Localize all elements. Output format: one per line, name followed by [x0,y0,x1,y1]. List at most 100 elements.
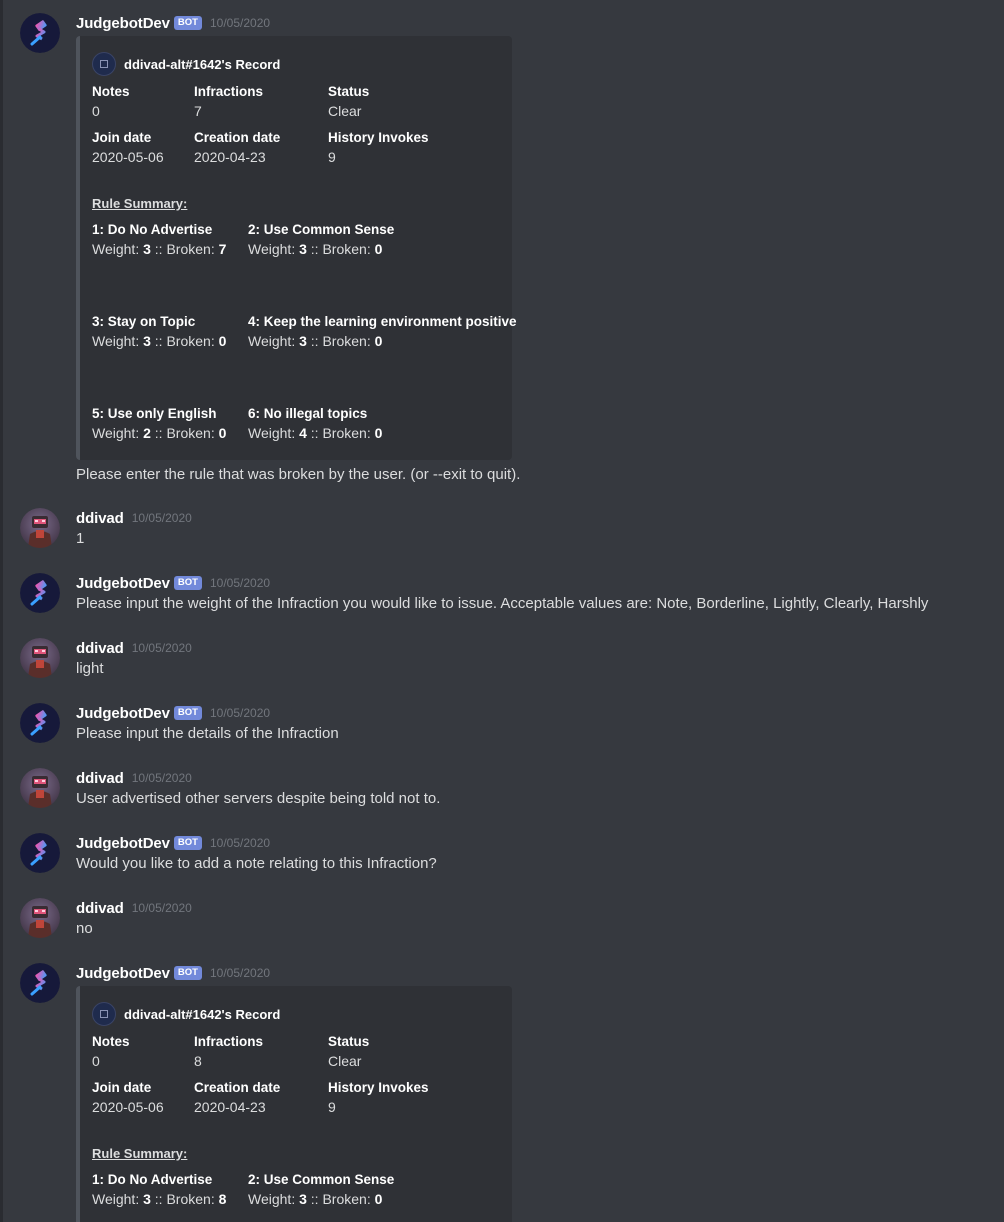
judgebot-gavel-icon [20,703,60,743]
bot-tag-badge: BOT [173,576,202,590]
field-notes-value: 0 [92,103,100,119]
field-creation-date: Creation date 2020-04-23 [194,129,280,167]
bot-avatar-icon[interactable] [20,833,60,873]
record-embed: ddivad-alt#1642's Record Notes 0 Infract… [76,986,512,1222]
message-text: 1 [76,530,85,547]
field-join-date: Join date 2020-05-06 [92,129,164,167]
field-join-date: Join date 2020-05-06 [92,1079,164,1117]
field-status-value: Clear [328,103,362,119]
field-join-label: Join date [92,130,152,145]
judgebot-gavel-icon [20,573,60,613]
embed-author-icon [92,1002,116,1026]
rule-title: 2: Use Common Sense [248,1172,395,1187]
rule-weight-broken: Weight: 4 :: Broken: 0 [248,425,383,441]
rule-title: 5: Use only English [92,406,217,421]
field-creation-value: 2020-04-23 [194,1099,266,1115]
field-infractions-value: 7 [194,103,202,119]
user-portrait-icon [20,638,60,678]
field-status: Status Clear [328,1033,369,1071]
message-text: light [76,660,104,677]
user-avatar-icon[interactable] [20,898,60,938]
field-infractions-label: Infractions [194,1034,264,1049]
field-creation-date: Creation date 2020-04-23 [194,1079,280,1117]
field-join-label: Join date [92,1080,152,1095]
bot-username[interactable]: JudgebotDev [76,965,170,982]
field-status-label: Status [328,84,370,99]
message-timestamp: 10/05/2020 [131,511,192,525]
rule-weight-broken: Weight: 2 :: Broken: 0 [92,425,227,441]
field-history-value: 9 [328,149,336,165]
judgebot-gavel-icon [20,963,60,1003]
message-timestamp: 10/05/2020 [209,576,271,590]
message-text: Please input the weight of the Infractio… [76,595,929,612]
judgebot-gavel-icon [20,833,60,873]
message-text: User advertised other servers despite be… [76,790,441,807]
field-status: Status Clear [328,83,369,121]
message-timestamp: 10/05/2020 [131,641,192,655]
rule-summary-heading: Rule Summary: [92,1146,188,1161]
field-infractions-label: Infractions [194,84,264,99]
embed-author-name: ddivad-alt#1642's Record [124,1006,281,1022]
user-username[interactable]: ddivad [76,510,124,527]
user-portrait-icon [20,768,60,808]
judgebot-gavel-icon [20,13,60,53]
rule-title: 3: Stay on Topic [92,314,196,329]
embed-author: ddivad-alt#1642's Record [92,1002,280,1026]
rule-summary-heading: Rule Summary: [92,196,188,211]
rule-field: 1: Do No Advertise Weight: 3 :: Broken: … [92,221,226,259]
rule-weight-broken: Weight: 3 :: Broken: 8 [92,1191,227,1207]
user-avatar-icon[interactable] [20,768,60,808]
bot-avatar-icon[interactable] [20,703,60,743]
bot-username[interactable]: JudgebotDev [76,15,170,32]
rule-field: 6: No illegal topics Weight: 4 :: Broken… [248,405,382,443]
user-avatar-icon[interactable] [20,638,60,678]
field-creation-value: 2020-04-23 [194,149,266,165]
rule-weight-broken: Weight: 3 :: Broken: 0 [248,333,383,349]
bot-avatar-icon[interactable] [20,963,60,1003]
field-status-value: Clear [328,1053,362,1069]
field-infractions: Infractions 7 [194,83,263,121]
bot-avatar-icon[interactable] [20,573,60,613]
bot-tag-badge: BOT [173,16,202,30]
user-portrait-icon [20,898,60,938]
rule-weight-broken: Weight: 3 :: Broken: 0 [248,1191,383,1207]
message-timestamp: 10/05/2020 [209,16,271,30]
user-avatar-icon[interactable] [20,508,60,548]
rule-field: 4: Keep the learning environment positiv… [248,313,517,351]
user-username[interactable]: ddivad [76,900,124,917]
bot-username[interactable]: JudgebotDev [76,705,170,722]
message-text: Would you like to add a note relating to… [76,855,437,872]
message-text: Please input the details of the Infracti… [76,725,339,742]
bot-username[interactable]: JudgebotDev [76,575,170,592]
field-history-value: 9 [328,1099,336,1115]
field-join-value: 2020-05-06 [92,149,164,165]
bot-username[interactable]: JudgebotDev [76,835,170,852]
record-embed: ddivad-alt#1642's Record Notes 0 Infract… [76,36,517,460]
bot-tag-badge: BOT [173,706,202,720]
bot-avatar-icon[interactable] [20,13,60,53]
rule-weight-broken: Weight: 3 :: Broken: 0 [248,241,383,257]
chat-messages: JudgebotDev BOT 10/05/2020 ddivad-alt#16… [0,0,1004,1222]
user-username[interactable]: ddivad [76,770,124,787]
message-timestamp: 10/05/2020 [209,966,271,980]
message-timestamp: 10/05/2020 [131,771,192,785]
embed-author: ddivad-alt#1642's Record [92,52,280,76]
rule-weight-broken: Weight: 3 :: Broken: 7 [92,241,227,257]
bot-tag-badge: BOT [173,836,202,850]
rule-field: 3: Stay on Topic Weight: 3 :: Broken: 0 [92,313,226,351]
user-username[interactable]: ddivad [76,640,124,657]
message-timestamp: 10/05/2020 [209,706,271,720]
rule-title: 4: Keep the learning environment positiv… [248,314,517,329]
bot-tag-badge: BOT [173,966,202,980]
message-timestamp: 10/05/2020 [209,836,271,850]
field-join-value: 2020-05-06 [92,1099,164,1115]
field-notes: Notes 0 [92,83,130,121]
rule-title: 1: Do No Advertise [92,222,213,237]
field-history-label: History Invokes [328,130,429,145]
rule-title: 2: Use Common Sense [248,222,395,237]
field-creation-label: Creation date [194,1080,281,1095]
field-history-invokes: History Invokes 9 [328,1079,429,1117]
embed-author-icon [92,52,116,76]
user-portrait-icon [20,508,60,548]
message-text: no [76,920,93,937]
